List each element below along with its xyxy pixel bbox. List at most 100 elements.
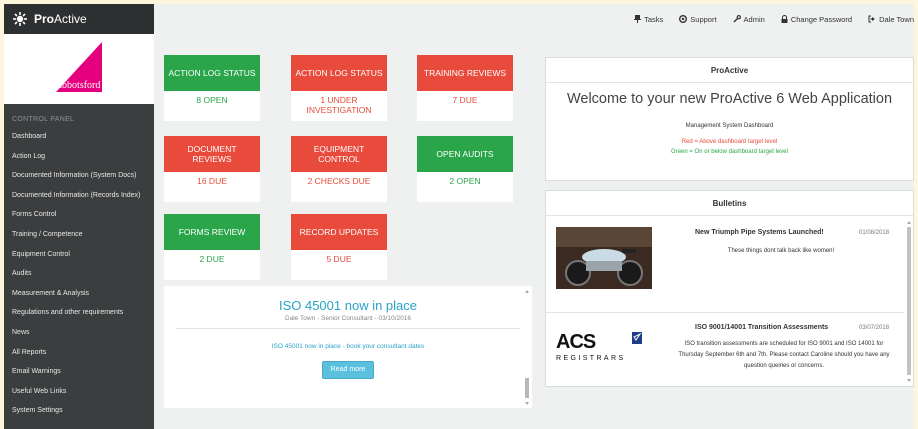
brand-name-rest: Active: [54, 12, 87, 26]
news-byline: Dale Town - Senior Consultant - 03/10/20…: [285, 315, 411, 322]
tile-value: 2 DUE: [164, 250, 260, 280]
tile-value: 5 DUE: [291, 250, 387, 280]
bulletin-text: These things dont talk back like women!: [727, 248, 835, 254]
bulletin-text: ISO transition assessments are scheduled…: [678, 341, 890, 369]
sidebar-item-equipment-control[interactable]: Equipment Control: [4, 245, 154, 265]
sidebar-nav: Dashboard Action Log Documented Informat…: [4, 127, 154, 421]
tile-title: RECORD UPDATES: [291, 214, 387, 250]
tile-value: 16 DUE: [164, 172, 260, 202]
admin-link[interactable]: Admin: [733, 15, 765, 24]
divider: [176, 328, 520, 329]
tile-document-reviews[interactable]: DOCUMENT REVIEWS 16 DUE: [164, 136, 260, 202]
sidebar-item-system-settings[interactable]: System Settings: [4, 401, 154, 421]
tile-forms-review[interactable]: FORMS REVIEW 2 DUE: [164, 214, 260, 280]
sidebar-item-all-reports[interactable]: All Reports: [4, 343, 154, 363]
top-bar: Tasks Support Admin Change Password Dale…: [154, 4, 914, 34]
admin-label: Admin: [743, 14, 765, 24]
tile-title: TRAINING REVIEWS: [417, 55, 513, 91]
sidebar-item-action-log[interactable]: Action Log: [4, 147, 154, 167]
sidebar-item-email-warnings[interactable]: Email Warnings: [4, 362, 154, 382]
tile-open-audits[interactable]: OPEN AUDITS 2 OPEN: [417, 136, 513, 202]
sidebar-item-web-links[interactable]: Useful Web Links: [4, 382, 154, 402]
motorcycle-photo: [556, 227, 652, 289]
logo-caption: REGISTRARS: [556, 355, 626, 362]
tile-value: 2 CHECKS DUE: [291, 172, 387, 202]
read-more-button[interactable]: Read more: [322, 361, 374, 379]
lifebuoy-icon: [679, 15, 688, 23]
bulletin-item[interactable]: New Triumph Pipe Systems Launched! 01/08…: [546, 217, 906, 305]
welcome-heading: Welcome to your new ProActive 6 Web Appl…: [566, 91, 893, 107]
news-panel: ISO 45001 now in place Dale Town - Senio…: [164, 286, 532, 408]
scroll-down-icon: [525, 402, 529, 405]
tile-title: ACTION LOG STATUS: [164, 55, 260, 91]
bulletins-scrollbar[interactable]: [906, 217, 912, 386]
control-panel-title: CONTROL PANEL: [12, 116, 75, 123]
sidebar: Pro Active abbotsford CONTROL PANEL Dashb…: [4, 4, 154, 429]
tile-title: DOCUMENT REVIEWS: [164, 136, 260, 172]
tasks-link[interactable]: Tasks: [634, 15, 663, 24]
proactive-logo-icon: [13, 12, 27, 26]
news-scrollbar[interactable]: [524, 286, 530, 408]
abbotsford-logo-icon: abbotsford: [56, 42, 102, 92]
scroll-up-icon: [525, 290, 529, 293]
sidebar-item-measurement[interactable]: Measurement & Analysis: [4, 284, 154, 304]
brand-name-bold: Pro: [34, 12, 55, 26]
user-logout-link[interactable]: Dale Town: [868, 15, 914, 24]
sidebar-item-audits[interactable]: Audits: [4, 264, 154, 284]
tile-action-log-investigation[interactable]: ACTION LOG STATUS 1 UNDER INVESTIGATION: [291, 55, 387, 121]
tile-action-log-open[interactable]: ACTION LOG STATUS 8 OPEN: [164, 55, 260, 121]
acs-registrars-logo: ACS REGISTRARS: [556, 331, 642, 362]
tile-equipment-control[interactable]: EQUIPMENT CONTROL 2 CHECKS DUE: [291, 136, 387, 202]
tile-title: EQUIPMENT CONTROL: [291, 136, 387, 172]
sidebar-item-system-docs[interactable]: Documented Information (System Docs): [4, 166, 154, 186]
red-legend-note: Red = Above dashboard target level: [681, 139, 778, 145]
bulletins-panel: Bulletins New Triumph Pipe Systems Launc…: [545, 190, 914, 387]
sidebar-item-news[interactable]: News: [4, 323, 154, 343]
tile-value: 7 DUE: [417, 91, 513, 121]
dashboard-subtitle: Management System Dashboard: [685, 123, 774, 129]
tasks-label: Tasks: [644, 14, 664, 24]
change-password-link[interactable]: Change Password: [781, 15, 852, 24]
sidebar-item-forms-control[interactable]: Forms Control: [4, 205, 154, 225]
wrench-icon: [733, 15, 741, 23]
sidebar-item-training[interactable]: Training / Competence: [4, 225, 154, 245]
tile-value: 2 OPEN: [417, 172, 513, 202]
bulletin-date: 03/07/2018: [859, 325, 890, 331]
welcome-panel: ProActive Welcome to your new ProActive …: [545, 57, 914, 181]
brand-bar[interactable]: Pro Active: [4, 4, 154, 34]
tile-value: 8 OPEN: [164, 91, 260, 121]
lock-icon: [781, 15, 788, 23]
logo-text: abbotsford: [58, 80, 101, 91]
tile-title: ACTION LOG STATUS: [291, 55, 387, 91]
news-title[interactable]: ISO 45001 now in place: [164, 298, 532, 313]
change-password-label: Change Password: [790, 14, 853, 24]
support-label: Support: [690, 14, 717, 24]
sign-out-icon: [868, 15, 876, 23]
bulletin-title: ISO 9001/14001 Transition Assessments: [695, 324, 829, 331]
tile-record-updates[interactable]: RECORD UPDATES 5 DUE: [291, 214, 387, 280]
scroll-up-icon: [907, 221, 911, 224]
sidebar-item-dashboard[interactable]: Dashboard: [4, 127, 154, 147]
welcome-panel-header: ProActive: [546, 58, 913, 83]
support-link[interactable]: Support: [679, 14, 717, 24]
sidebar-item-regulations[interactable]: Regulations and other requirements: [4, 303, 154, 323]
bulletin-title: New Triumph Pipe Systems Launched!: [695, 229, 824, 236]
tile-title: OPEN AUDITS: [417, 136, 513, 172]
user-name: Dale Town: [879, 14, 914, 24]
app-window: Pro Active abbotsford CONTROL PANEL Dashb…: [4, 4, 914, 429]
bulletins-header: Bulletins: [546, 191, 913, 216]
bulletin-item[interactable]: ACS REGISTRARS ISO 9001/14001 Transition…: [546, 313, 906, 386]
green-legend-note: Green = On or below dashboard target lev…: [671, 149, 788, 155]
pin-icon: [634, 15, 642, 23]
news-body: ISO 45001 now in place - book your consu…: [271, 343, 425, 350]
scroll-down-icon: [907, 379, 911, 382]
tile-title: FORMS REVIEW: [164, 214, 260, 250]
company-logo: abbotsford: [4, 34, 154, 104]
svg-text:ACS: ACS: [556, 331, 596, 353]
bulletin-date: 01/08/2018: [859, 230, 890, 236]
scroll-thumb: [907, 227, 911, 375]
tile-training-reviews[interactable]: TRAINING REVIEWS 7 DUE: [417, 55, 513, 121]
sidebar-item-records-index[interactable]: Documented Information (Records Index): [4, 186, 154, 206]
tile-value: 1 UNDER INVESTIGATION: [291, 91, 387, 121]
scroll-thumb: [525, 378, 529, 398]
